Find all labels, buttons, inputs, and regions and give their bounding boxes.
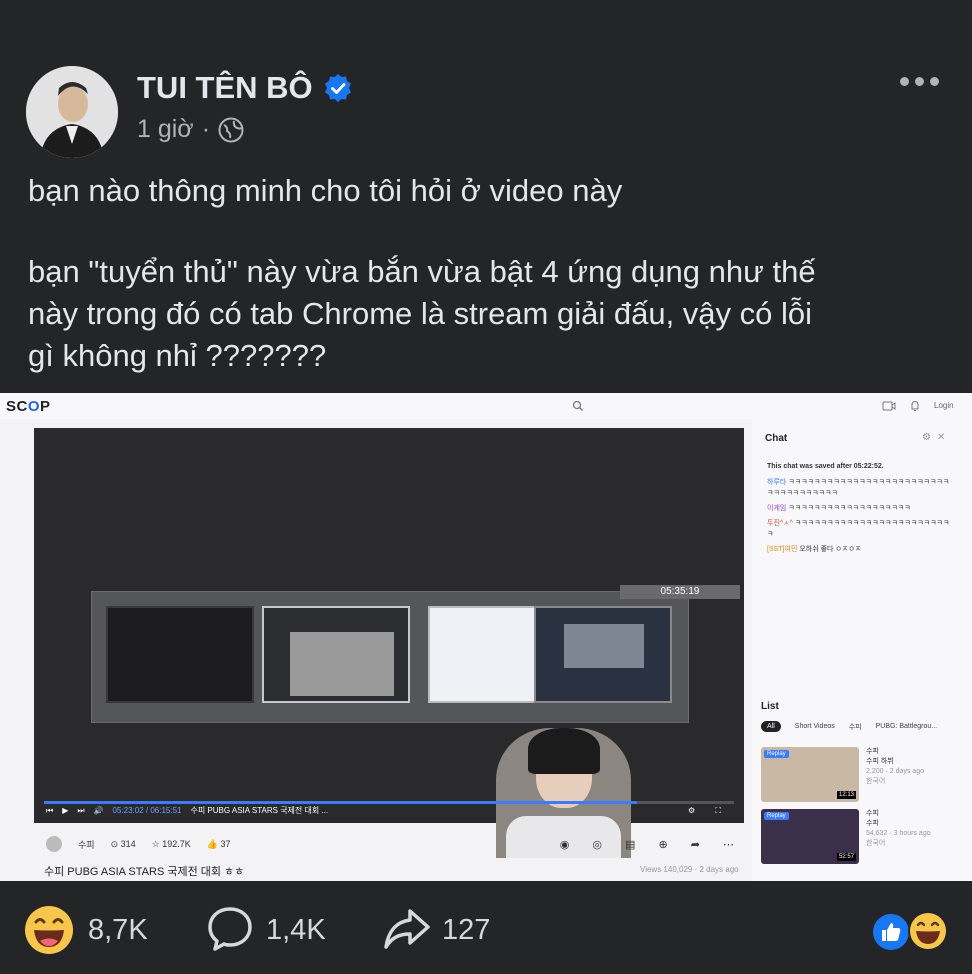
list-title: List bbox=[761, 701, 779, 712]
chat-message: 이게임 ㅋㅋㅋㅋㅋㅋㅋㅋㅋㅋㅋㅋㅋㅋㅋㅋㅋㅋㅋ bbox=[767, 505, 911, 512]
login-link[interactable]: Login bbox=[934, 401, 954, 410]
next-icon[interactable]: ⏭ bbox=[77, 806, 84, 816]
site-header: SCOP Login bbox=[0, 393, 972, 419]
video-thumbnail[interactable]: Replay 52:57 bbox=[761, 809, 859, 864]
post-text-line4: gì không nhỉ ??????? bbox=[28, 338, 327, 373]
tab-pubg[interactable]: PUBG: Battlegrou... bbox=[876, 723, 937, 730]
play-icon[interactable]: ▶ bbox=[62, 806, 68, 815]
video-title: 수피 PUBG ASIA STARS 국제전 대회 ㅎㅎ bbox=[44, 866, 245, 878]
video-info: 수피 수피 54,632 · 3 hours ago 한국어 bbox=[866, 810, 931, 847]
haha-small-icon bbox=[908, 911, 948, 951]
search-icon bbox=[572, 400, 583, 411]
bell-icon bbox=[911, 400, 919, 411]
thumb-icon[interactable]: 👍 37 bbox=[207, 839, 231, 850]
video-player[interactable]: 05:35:19 ⏮ ▶ ⏭ 🔊 05:23:02 / 06:15:51 수피 … bbox=[34, 428, 744, 858]
app-window-thumb bbox=[106, 606, 254, 703]
haha-icon[interactable] bbox=[24, 905, 74, 955]
chat-message: 하루타 ㅋㅋㅋㅋㅋㅋㅋㅋㅋㅋㅋㅋㅋㅋㅋㅋㅋㅋㅋㅋㅋㅋㅋㅋㅋㅋㅋㅋㅋㅋㅋㅋㅋㅋㅋㅋ bbox=[767, 479, 950, 497]
player-controls: ⏮ ▶ ⏭ 🔊 05:23:02 / 06:15:51 수피 PUBG ASIA… bbox=[34, 798, 744, 823]
video-thumbnail[interactable]: Replay 12:13 bbox=[761, 747, 859, 802]
volume-icon[interactable]: 🔊 bbox=[94, 806, 104, 815]
settings-icon[interactable]: ⚙ ⛶ bbox=[688, 806, 744, 816]
video-info: 수피 수피 하뷔 2,200 · 2 days ago 한국어 bbox=[866, 748, 924, 785]
chrome-window-thumb bbox=[262, 606, 410, 703]
streamer-avatar[interactable] bbox=[46, 836, 62, 852]
chat-list: 하루타 ㅋㅋㅋㅋㅋㅋㅋㅋㅋㅋㅋㅋㅋㅋㅋㅋㅋㅋㅋㅋㅋㅋㅋㅋㅋㅋㅋㅋㅋㅋㅋㅋㅋㅋㅋㅋ… bbox=[767, 477, 952, 555]
chat-saved-note: This chat was saved after 05:22:52. bbox=[767, 463, 884, 470]
chat-close-icon[interactable]: ⚙✕ bbox=[922, 432, 951, 443]
list-tabs: All Short Videos 수피 PUBG: Battlegrou... bbox=[761, 721, 937, 732]
game-window-thumb bbox=[534, 606, 672, 703]
switcher-time: 05:35:19 bbox=[620, 585, 740, 599]
post-text-line2: bạn "tuyển thủ" này vừa bắn vừa bật 4 ứn… bbox=[28, 254, 816, 289]
like-icon bbox=[873, 914, 909, 950]
share-icon[interactable] bbox=[382, 905, 432, 953]
tab-short-videos[interactable]: Short Videos bbox=[795, 723, 835, 730]
chat-message: 두진^ㅅ^ ㅋㅋㅋㅋㅋㅋㅋㅋㅋㅋㅋㅋㅋㅋㅋㅋㅋㅋㅋㅋㅋㅋㅋㅋㅋ bbox=[767, 520, 950, 538]
like-count: 8,7K bbox=[88, 914, 148, 946]
globe-icon bbox=[218, 117, 244, 142]
stream-info-bar: 수피 ⊙ 314 ☆ 192.7K 👍 37 ◉ ◎ ▤ ⊕ ➦ ⋯ bbox=[34, 833, 744, 855]
streamer-name[interactable]: 수피 bbox=[78, 838, 95, 851]
post-image[interactable]: SCOP Login 05:35:19 ⏮ ▶ ⏭ � bbox=[0, 393, 972, 881]
meta-dot: · bbox=[201, 115, 211, 143]
tab-streamer[interactable]: 수피 bbox=[849, 722, 862, 732]
app-switcher bbox=[91, 591, 689, 723]
chat-title: Chat bbox=[765, 433, 788, 444]
list-item[interactable]: Replay 52:57 수피 수피 54,632 · 3 hours ago … bbox=[761, 809, 931, 864]
post-text-line1: bạn nào thông minh cho tôi hỏi ở video n… bbox=[28, 173, 623, 208]
tab-all[interactable]: All bbox=[761, 721, 781, 732]
views-text: Views 140,029 · 2 days ago bbox=[640, 865, 739, 874]
prev-icon[interactable]: ⏮ bbox=[46, 806, 53, 816]
post-text-line3: này trong đó có tab Chrome là stream giả… bbox=[28, 296, 813, 331]
avatar[interactable] bbox=[26, 66, 118, 158]
share-icons[interactable]: ◉ ◎ ▤ ⊕ ➦ ⋯ bbox=[560, 838, 744, 851]
side-panel: Chat ⚙✕ This chat was saved after 05:22:… bbox=[752, 419, 972, 881]
post-time[interactable]: 1 giờ bbox=[137, 115, 194, 144]
post-meta: 1 giờ · bbox=[137, 115, 244, 144]
site-logo: SCOP bbox=[6, 398, 51, 415]
author-name[interactable]: TUI TÊN BÔ bbox=[137, 70, 353, 106]
chat-message: [SST]여민 오하쉬 좋다 ㅇㅈㅇㅈ bbox=[767, 546, 862, 553]
verified-icon bbox=[324, 74, 351, 102]
reaction-bar: 8,7K 1,4K 127 bbox=[0, 881, 972, 974]
player-time: 05:23:02 / 06:15:51 bbox=[112, 806, 182, 815]
viewer-icon: ⊙ 314 bbox=[110, 838, 136, 849]
more-icon[interactable] bbox=[900, 77, 944, 91]
star-icon[interactable]: ☆ 192.7K bbox=[152, 839, 191, 850]
list-item[interactable]: Replay 12:13 수피 수피 하뷔 2,200 · 2 days ago… bbox=[761, 747, 924, 802]
camera-icon bbox=[882, 401, 896, 411]
author-label[interactable]: TUI TÊN BÔ bbox=[137, 70, 313, 106]
comment-count: 1,4K bbox=[266, 914, 326, 946]
comment-icon[interactable] bbox=[206, 905, 254, 953]
share-count: 127 bbox=[442, 914, 491, 946]
player-title: 수피 PUBG ASIA STARS 국제전 대회 ... bbox=[190, 806, 329, 815]
